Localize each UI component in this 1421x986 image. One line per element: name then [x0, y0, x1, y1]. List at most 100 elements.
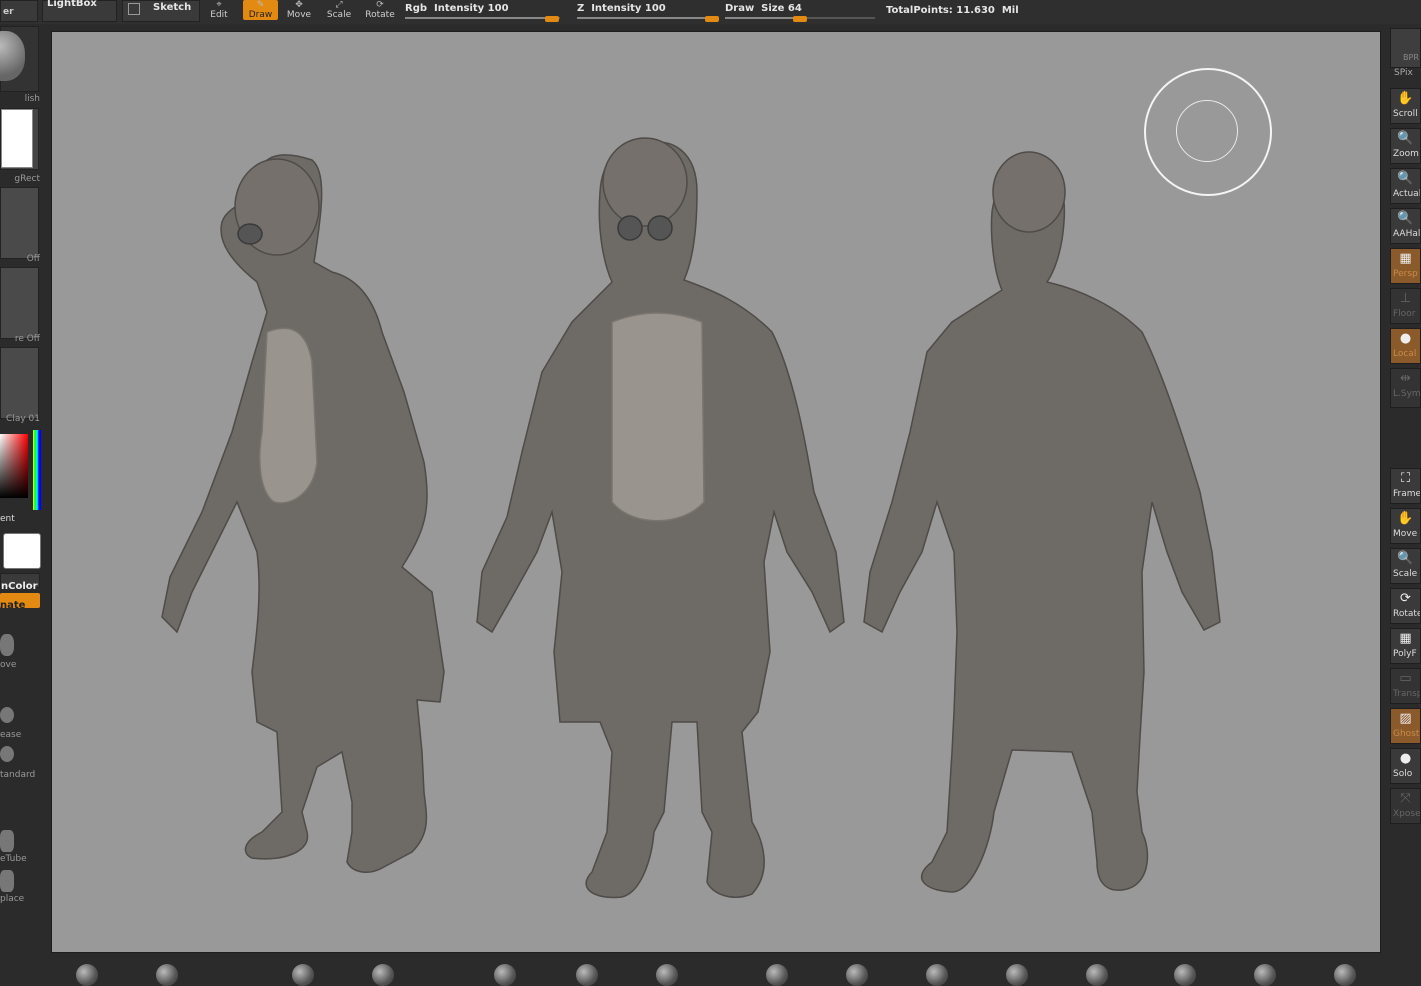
brush-ball-icon [0, 31, 25, 81]
scroll-button[interactable]: ✋ Scroll [1390, 88, 1421, 124]
xpose-icon: ⤧ [1400, 791, 1411, 806]
solo-icon: ● [1399, 751, 1412, 766]
z-intensity-slider[interactable]: Z Intensity 100 [577, 0, 719, 22]
brush-thumb-icon[interactable] [156, 964, 178, 986]
sketch-icon [128, 3, 140, 15]
solo-button[interactable]: ● Solo [1390, 748, 1421, 784]
rotate-icon: ⟳ [1400, 591, 1411, 606]
transp-button[interactable]: ▭ Transp [1390, 668, 1421, 704]
color-picker[interactable] [0, 430, 41, 510]
local-label: Local [1393, 349, 1417, 359]
standard-brush-icon[interactable] [0, 746, 14, 762]
material-label: Clay 01 [6, 414, 40, 424]
z-intensity-handle[interactable] [705, 16, 719, 22]
ghost-button[interactable]: ▨ Ghost [1390, 708, 1421, 744]
top-toolbar: er LightBox Sketch ⌖ Edit ✎ Draw ✥ Move ⤢ Sc… [0, 0, 1421, 24]
floor-button[interactable]: ⊥ Floor [1390, 288, 1421, 324]
aahalf-icon: 🔍 [1397, 211, 1414, 226]
document-canvas[interactable] [51, 31, 1381, 953]
frame-button[interactable]: ⛶ Frame [1390, 468, 1421, 504]
zoom-button[interactable]: 🔍 Zoom [1390, 128, 1421, 164]
draw-size-label: Draw Size 64 [725, 3, 802, 14]
polyf-button[interactable]: ▦ PolyF [1390, 628, 1421, 664]
rotate-tool-button[interactable]: ⟳ Rotate [361, 0, 399, 20]
scale-tool-button[interactable]: ⤢ Scale [320, 0, 358, 20]
xpose-label: Xpose [1393, 809, 1421, 819]
brush-thumb-icon[interactable] [292, 964, 314, 986]
brush-thumb-icon[interactable] [576, 964, 598, 986]
rotate-view-label: Rotate [1393, 609, 1421, 619]
displace-brush-icon[interactable] [0, 870, 14, 892]
lightbox-button[interactable]: LightBox [42, 0, 117, 22]
brush-thumb-icon[interactable] [656, 964, 678, 986]
zoom-label: Zoom [1393, 149, 1419, 159]
edit-label: Edit [210, 10, 228, 20]
brush-preview[interactable] [0, 26, 39, 92]
move-view-button[interactable]: ✋ Move [1390, 508, 1421, 544]
draw-size-slider[interactable]: Draw Size 64 [725, 0, 875, 22]
hand-scroll-icon: ✋ [1397, 91, 1414, 106]
aahalf-label: AAHalf [1393, 229, 1421, 239]
bpr-button[interactable]: BPR [1390, 28, 1421, 68]
lsym-label: L.Sym [1393, 389, 1421, 399]
curvetube-brush-icon[interactable] [0, 830, 14, 852]
brush-thumb-icon[interactable] [846, 964, 868, 986]
draw-size-handle[interactable] [793, 16, 807, 22]
rgb-intensity-handle[interactable] [545, 16, 559, 22]
brush-thumb-icon[interactable] [372, 964, 394, 986]
model-back-view [863, 151, 1221, 893]
move-brush-icon[interactable] [0, 634, 14, 656]
texture-preview[interactable] [0, 267, 39, 339]
edit-icon: ⌖ [216, 0, 222, 10]
brush-thumb-icon[interactable] [1334, 964, 1356, 986]
switch-color-button[interactable]: nColor [0, 573, 40, 592]
brush-thumb-icon[interactable] [1006, 964, 1028, 986]
model-three-quarter-view [161, 154, 445, 874]
material-button[interactable]: er [0, 0, 38, 22]
frame-icon: ⛶ [1400, 471, 1411, 486]
brush-thumb-icon[interactable] [1086, 964, 1108, 986]
xpose-button[interactable]: ⤧ Xpose [1390, 788, 1421, 824]
rotate-label: Rotate [365, 10, 395, 20]
lsym-button[interactable]: ⇹ L.Sym [1390, 368, 1421, 408]
transparency-icon: ▭ [1399, 671, 1412, 686]
polyf-label: PolyF [1393, 649, 1417, 659]
alternate-button[interactable]: nate [0, 593, 40, 611]
alpha-label: Off [26, 254, 40, 264]
aahalf-button[interactable]: 🔍 AAHalf [1390, 208, 1421, 244]
brush-thumb-icon[interactable] [766, 964, 788, 986]
displace-brush-label: place [0, 894, 25, 904]
main-color-swatch[interactable] [3, 533, 41, 569]
transp-label: Transp [1393, 689, 1421, 699]
edit-tool-button[interactable]: ⌖ Edit [200, 0, 238, 20]
model-front-view [476, 137, 845, 899]
scale-label: Scale [326, 10, 352, 20]
brush-thumb-icon[interactable] [1174, 964, 1196, 986]
rgb-intensity-slider[interactable]: Rgb Intensity 100 [405, 0, 560, 22]
brush-thumb-icon[interactable] [494, 964, 516, 986]
scale-icon: 🔍 [1397, 551, 1414, 566]
draw-tool-button[interactable]: ✎ Draw [243, 0, 278, 20]
persp-label: Persp [1393, 269, 1418, 279]
local-button[interactable]: ● Local [1390, 328, 1421, 364]
crease-brush-icon[interactable] [0, 707, 14, 723]
rotate-icon: ⟳ [376, 0, 384, 10]
brush-thumb-icon[interactable] [926, 964, 948, 986]
live-boolean-sketch-button[interactable]: Sketch [122, 0, 200, 22]
brush-thumb-icon[interactable] [1254, 964, 1276, 986]
stroke-preview[interactable] [0, 108, 39, 170]
move-label: Move [286, 10, 312, 20]
move-tool-button[interactable]: ✥ Move [280, 0, 318, 20]
scale-icon: ⤢ [335, 0, 343, 10]
gradient-label: ent [0, 514, 15, 524]
move-icon: ✋ [1397, 511, 1414, 526]
actual-button[interactable]: 🔍 Actual [1390, 168, 1421, 204]
rotate-view-button[interactable]: ⟳ Rotate [1390, 588, 1421, 624]
brush-thumb-icon[interactable] [76, 964, 98, 986]
scale-view-button[interactable]: 🔍 Scale [1390, 548, 1421, 584]
floor-label: Floor [1393, 309, 1416, 319]
persp-button[interactable]: ▦ Persp [1390, 248, 1421, 284]
alpha-preview[interactable] [0, 187, 39, 259]
ghost-icon: ▨ [1399, 711, 1412, 726]
material-preview[interactable] [0, 347, 39, 419]
